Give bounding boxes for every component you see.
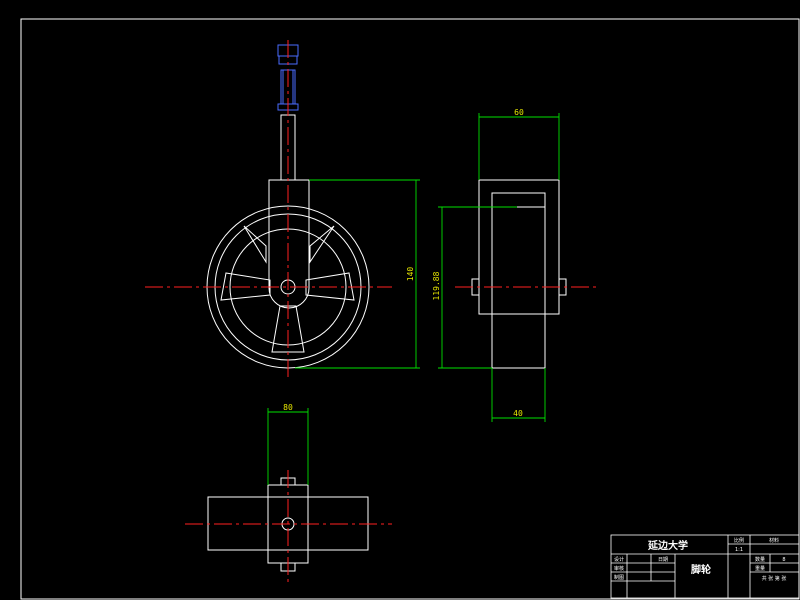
drawing-border bbox=[20, 18, 800, 600]
tb-scale-value: 1:1 bbox=[735, 547, 743, 553]
side-wheel-outline bbox=[478, 179, 560, 315]
cad-drawing-canvas: 140 60 119.88 40 80 延边大学 脚轮 比例 1:1 材料 数量… bbox=[20, 18, 800, 600]
title-block: 延边大学 脚轮 比例 1:1 材料 数量 8 重量 共 张 第 张 设计 审核 … bbox=[610, 534, 800, 599]
tb-drawn-label: 制图 bbox=[614, 574, 624, 581]
dim-40-label: 40 bbox=[513, 409, 523, 418]
caster-fork bbox=[268, 179, 310, 309]
tb-part-name: 脚轮 bbox=[691, 563, 711, 576]
tb-material-label: 材料 bbox=[769, 537, 779, 544]
tb-designer-label: 设计 bbox=[614, 556, 624, 563]
side-fork-outline bbox=[491, 192, 546, 369]
top-view: 80 bbox=[185, 403, 392, 582]
dim-60-label: 60 bbox=[514, 108, 524, 117]
tb-date-label: 日期 bbox=[658, 557, 668, 563]
tb-scale-label: 比例 bbox=[734, 537, 744, 544]
tb-quantity-label: 数量 bbox=[755, 556, 765, 563]
tb-weight-label: 重量 bbox=[755, 565, 765, 572]
tb-university: 延边大学 bbox=[647, 539, 688, 552]
tb-checker-label: 审核 bbox=[614, 565, 624, 572]
wheel-spoke-upper-left bbox=[243, 225, 267, 264]
dim-140-label: 140 bbox=[406, 267, 415, 282]
side-view: 60 119.88 40 bbox=[432, 108, 600, 422]
tb-quantity-value: 8 bbox=[782, 557, 785, 563]
dim-80-label: 80 bbox=[283, 403, 293, 412]
wheel-spoke-upper-right bbox=[309, 225, 335, 264]
tb-sheet-text: 共 张 第 张 bbox=[762, 575, 787, 582]
front-view: 140 bbox=[145, 40, 420, 378]
dim-11988-label: 119.88 bbox=[432, 271, 441, 300]
